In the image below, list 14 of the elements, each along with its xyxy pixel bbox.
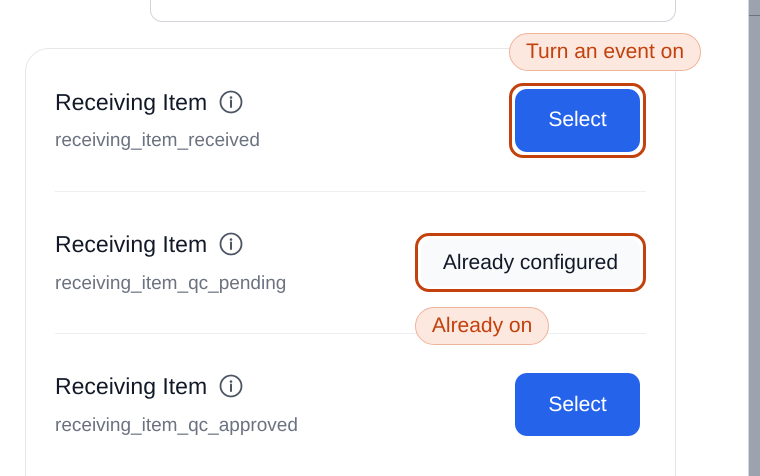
- event-title: Receiving Item: [55, 372, 208, 401]
- event-key: receiving_item_qc_approved: [55, 412, 298, 440]
- event-title: Receiving Item: [55, 88, 208, 117]
- event-key: receiving_item_received: [55, 127, 260, 156]
- select-button[interactable]: Select: [515, 373, 640, 436]
- info-icon[interactable]: [219, 90, 244, 114]
- status-label: Already configured: [420, 238, 640, 286]
- select-button[interactable]: Select: [515, 88, 640, 152]
- info-icon[interactable]: [219, 374, 244, 398]
- event-key: receiving_item_qc_pending: [55, 270, 286, 298]
- event-title: Receiving Item: [55, 230, 208, 259]
- info-icon[interactable]: [219, 232, 244, 256]
- callout-label: Already on: [414, 307, 550, 345]
- callout-label: Turn an event on: [509, 33, 701, 70]
